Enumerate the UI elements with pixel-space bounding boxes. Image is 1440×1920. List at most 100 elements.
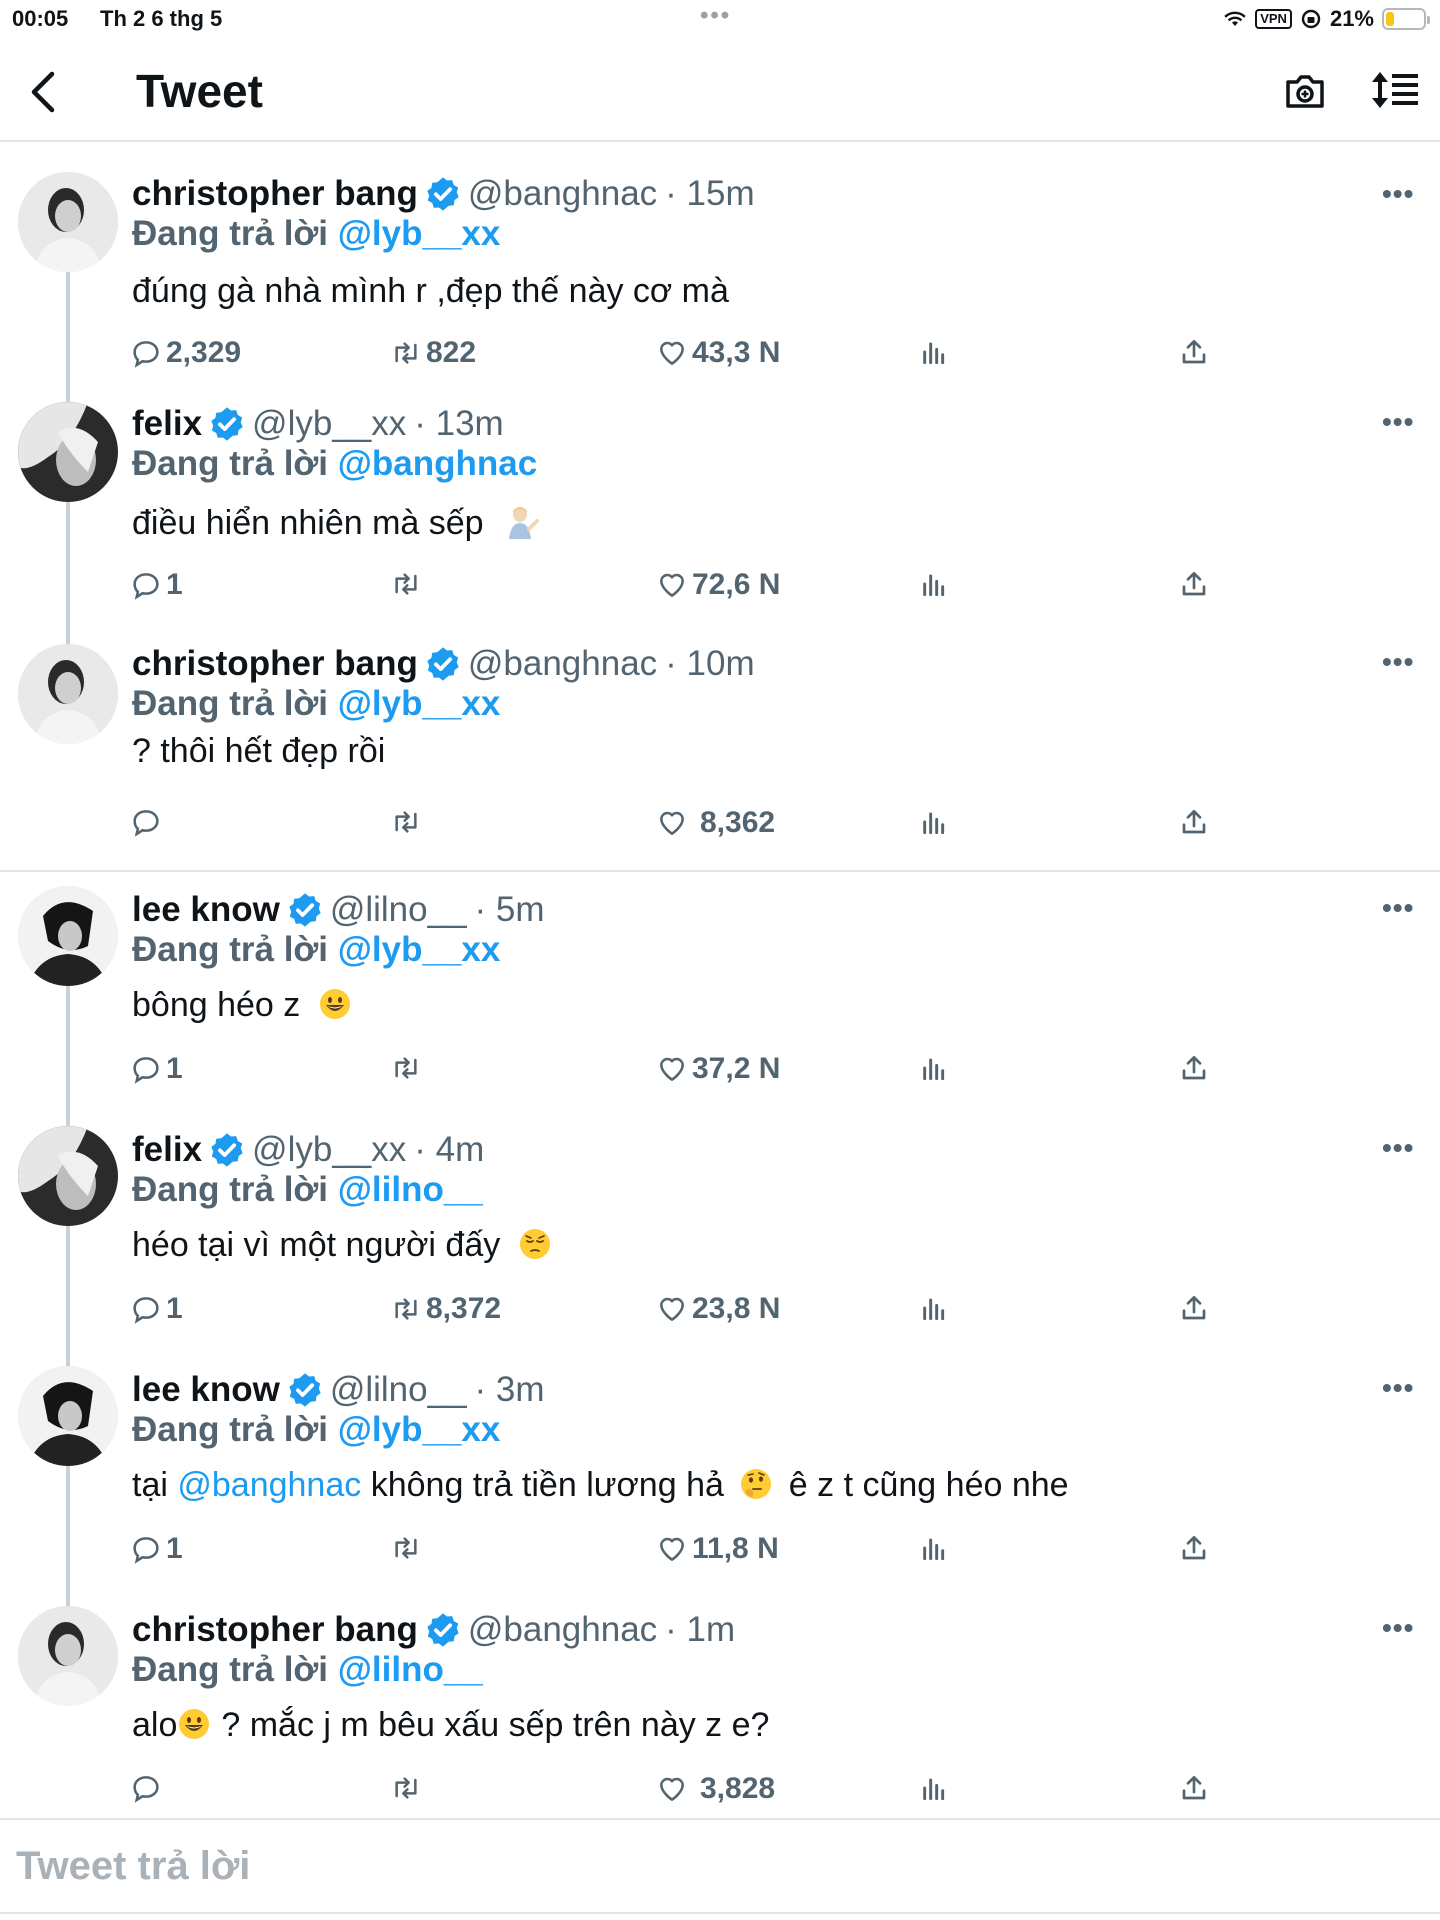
tweet[interactable]: christopher bang @banghnac · 15m ••• Đan… [0,150,1440,386]
share-button[interactable] [1178,336,1210,368]
analytics-button[interactable] [918,1532,950,1564]
avatar[interactable] [18,402,118,502]
verified-badge-icon [289,1373,321,1407]
user-handle[interactable]: @lilno__ [330,890,467,930]
retweet-button[interactable]: 8,372 [390,1292,501,1326]
reply-button[interactable]: 1 [130,568,183,602]
retweet-button[interactable] [390,1532,426,1564]
user-handle[interactable]: @banghnac [468,1610,657,1650]
tweet-actions: 8,362 [0,806,1440,846]
like-button[interactable]: 72,6 N [656,568,780,602]
chevron-left-icon[interactable] [24,68,64,116]
analytics-button[interactable] [918,336,950,368]
display-name[interactable]: christopher bang [132,174,418,214]
display-name[interactable]: felix [132,404,202,444]
retweet-button[interactable] [390,806,426,838]
tweet[interactable]: lee know @lilno__ · 3m ••• Đang trả lời … [0,1352,1440,1592]
like-button[interactable]: 11,8 N [656,1532,779,1566]
reply-mention[interactable]: @lyb__xx [338,214,501,253]
like-button[interactable]: 37,2 N [656,1052,780,1086]
reply-mention[interactable]: @lyb__xx [338,930,501,969]
avatar[interactable] [18,1126,118,1226]
analytics-button[interactable] [918,806,950,838]
analytics-button[interactable] [918,1052,950,1084]
reply-input[interactable] [16,1836,1416,1896]
analytics-button[interactable] [918,1772,950,1804]
like-button[interactable]: 8,362 [656,806,775,840]
battery-percent: 21% [1329,6,1374,31]
more-options-icon[interactable]: ••• [1382,1132,1414,1164]
status-right: VPN 21% [1223,6,1430,32]
tweet-text: héo tại vì một người đấy [132,1226,501,1264]
tweet-text-wrap: héo tại vì một người đấy [132,1226,552,1265]
avatar[interactable] [18,644,118,744]
tweet[interactable]: lee know @lilno__ · 5m ••• Đang trả lời … [0,872,1440,1112]
reply-button[interactable]: 1 [130,1052,183,1086]
user-handle[interactable]: @lilno__ [330,1370,467,1410]
display-name[interactable]: felix [132,1130,202,1170]
like-button[interactable]: 23,8 N [656,1292,780,1326]
analytics-button[interactable] [918,568,950,600]
camera-icon[interactable] [1282,68,1328,114]
status-time: 00:05 [12,6,69,31]
share-button[interactable] [1178,1772,1210,1804]
analytics-button[interactable] [918,1292,950,1324]
more-options-icon[interactable]: ••• [1382,892,1414,924]
display-name[interactable]: lee know [132,890,280,930]
user-handle[interactable]: @lyb__xx [252,1130,406,1170]
reply-button[interactable]: 2,329 [130,336,241,370]
verified-badge-icon [427,647,459,681]
retweet-button[interactable] [390,1052,426,1084]
retweet-count: 8,372 [426,1292,502,1325]
bar-chart-icon [923,1298,945,1321]
user-handle[interactable]: @lyb__xx [252,404,406,444]
display-name[interactable]: christopher bang [132,644,418,684]
reply-mention[interactable]: @lilno__ [338,1650,483,1689]
like-button[interactable]: 43,3 N [656,336,780,370]
tweet[interactable]: felix @lyb__xx · 13m ••• Đang trả lời @b… [0,386,1440,626]
share-button[interactable] [1178,1292,1210,1324]
avatar[interactable] [18,172,118,272]
more-options-icon[interactable]: ••• [1382,406,1414,438]
share-button[interactable] [1178,1532,1210,1564]
display-name[interactable]: christopher bang [132,1610,418,1650]
reply-mention[interactable]: @lyb__xx [338,684,501,723]
share-icon [1182,340,1206,364]
retweet-button[interactable] [390,568,426,600]
retweet-icon [395,1777,417,1799]
avatar[interactable] [18,1366,118,1466]
reply-button[interactable] [130,806,166,838]
more-options-icon[interactable]: ••• [1382,1612,1414,1644]
reply-button[interactable]: 1 [130,1532,183,1566]
reply-button[interactable]: 1 [130,1292,183,1326]
more-options-icon[interactable]: ••• [1382,646,1414,678]
share-button[interactable] [1178,568,1210,600]
tweet-mention[interactable]: @banghnac [177,1466,361,1504]
person-tipping-hand-emoji [509,507,540,539]
avatar[interactable] [18,886,118,986]
sort-icon[interactable] [1370,68,1420,112]
more-options-icon[interactable]: ••• [1382,178,1414,210]
share-button[interactable] [1178,806,1210,838]
retweet-button[interactable] [390,1772,426,1804]
tweet[interactable]: christopher bang @banghnac · 1m ••• Đang… [0,1592,1440,1830]
reply-context: Đang trả lời @lilno__ [132,1650,483,1690]
tweet-actions: 1 8,372 23,8 N [0,1292,1440,1332]
retweet-button[interactable]: 822 [390,336,476,370]
share-button[interactable] [1178,1052,1210,1084]
retweet-icon [395,573,417,595]
thinking-face-emoji [741,1469,772,1499]
display-name[interactable]: lee know [132,1370,280,1410]
reply-mention[interactable]: @lyb__xx [338,1410,501,1449]
multitasking-dots-icon[interactable]: ••• [700,2,731,30]
user-handle[interactable]: @banghnac [468,644,657,684]
tweet[interactable]: felix @lyb__xx · 4m ••• Đang trả lời @li… [0,1112,1440,1352]
reply-button[interactable] [130,1772,166,1804]
tweet[interactable]: christopher bang @banghnac · 10m ••• Đan… [0,626,1440,872]
more-options-icon[interactable]: ••• [1382,1372,1414,1404]
reply-mention[interactable]: @lilno__ [338,1170,483,1209]
user-handle[interactable]: @banghnac [468,174,657,214]
avatar[interactable] [18,1606,118,1706]
like-button[interactable]: 3,828 [656,1772,775,1806]
reply-mention[interactable]: @banghnac [338,444,537,483]
